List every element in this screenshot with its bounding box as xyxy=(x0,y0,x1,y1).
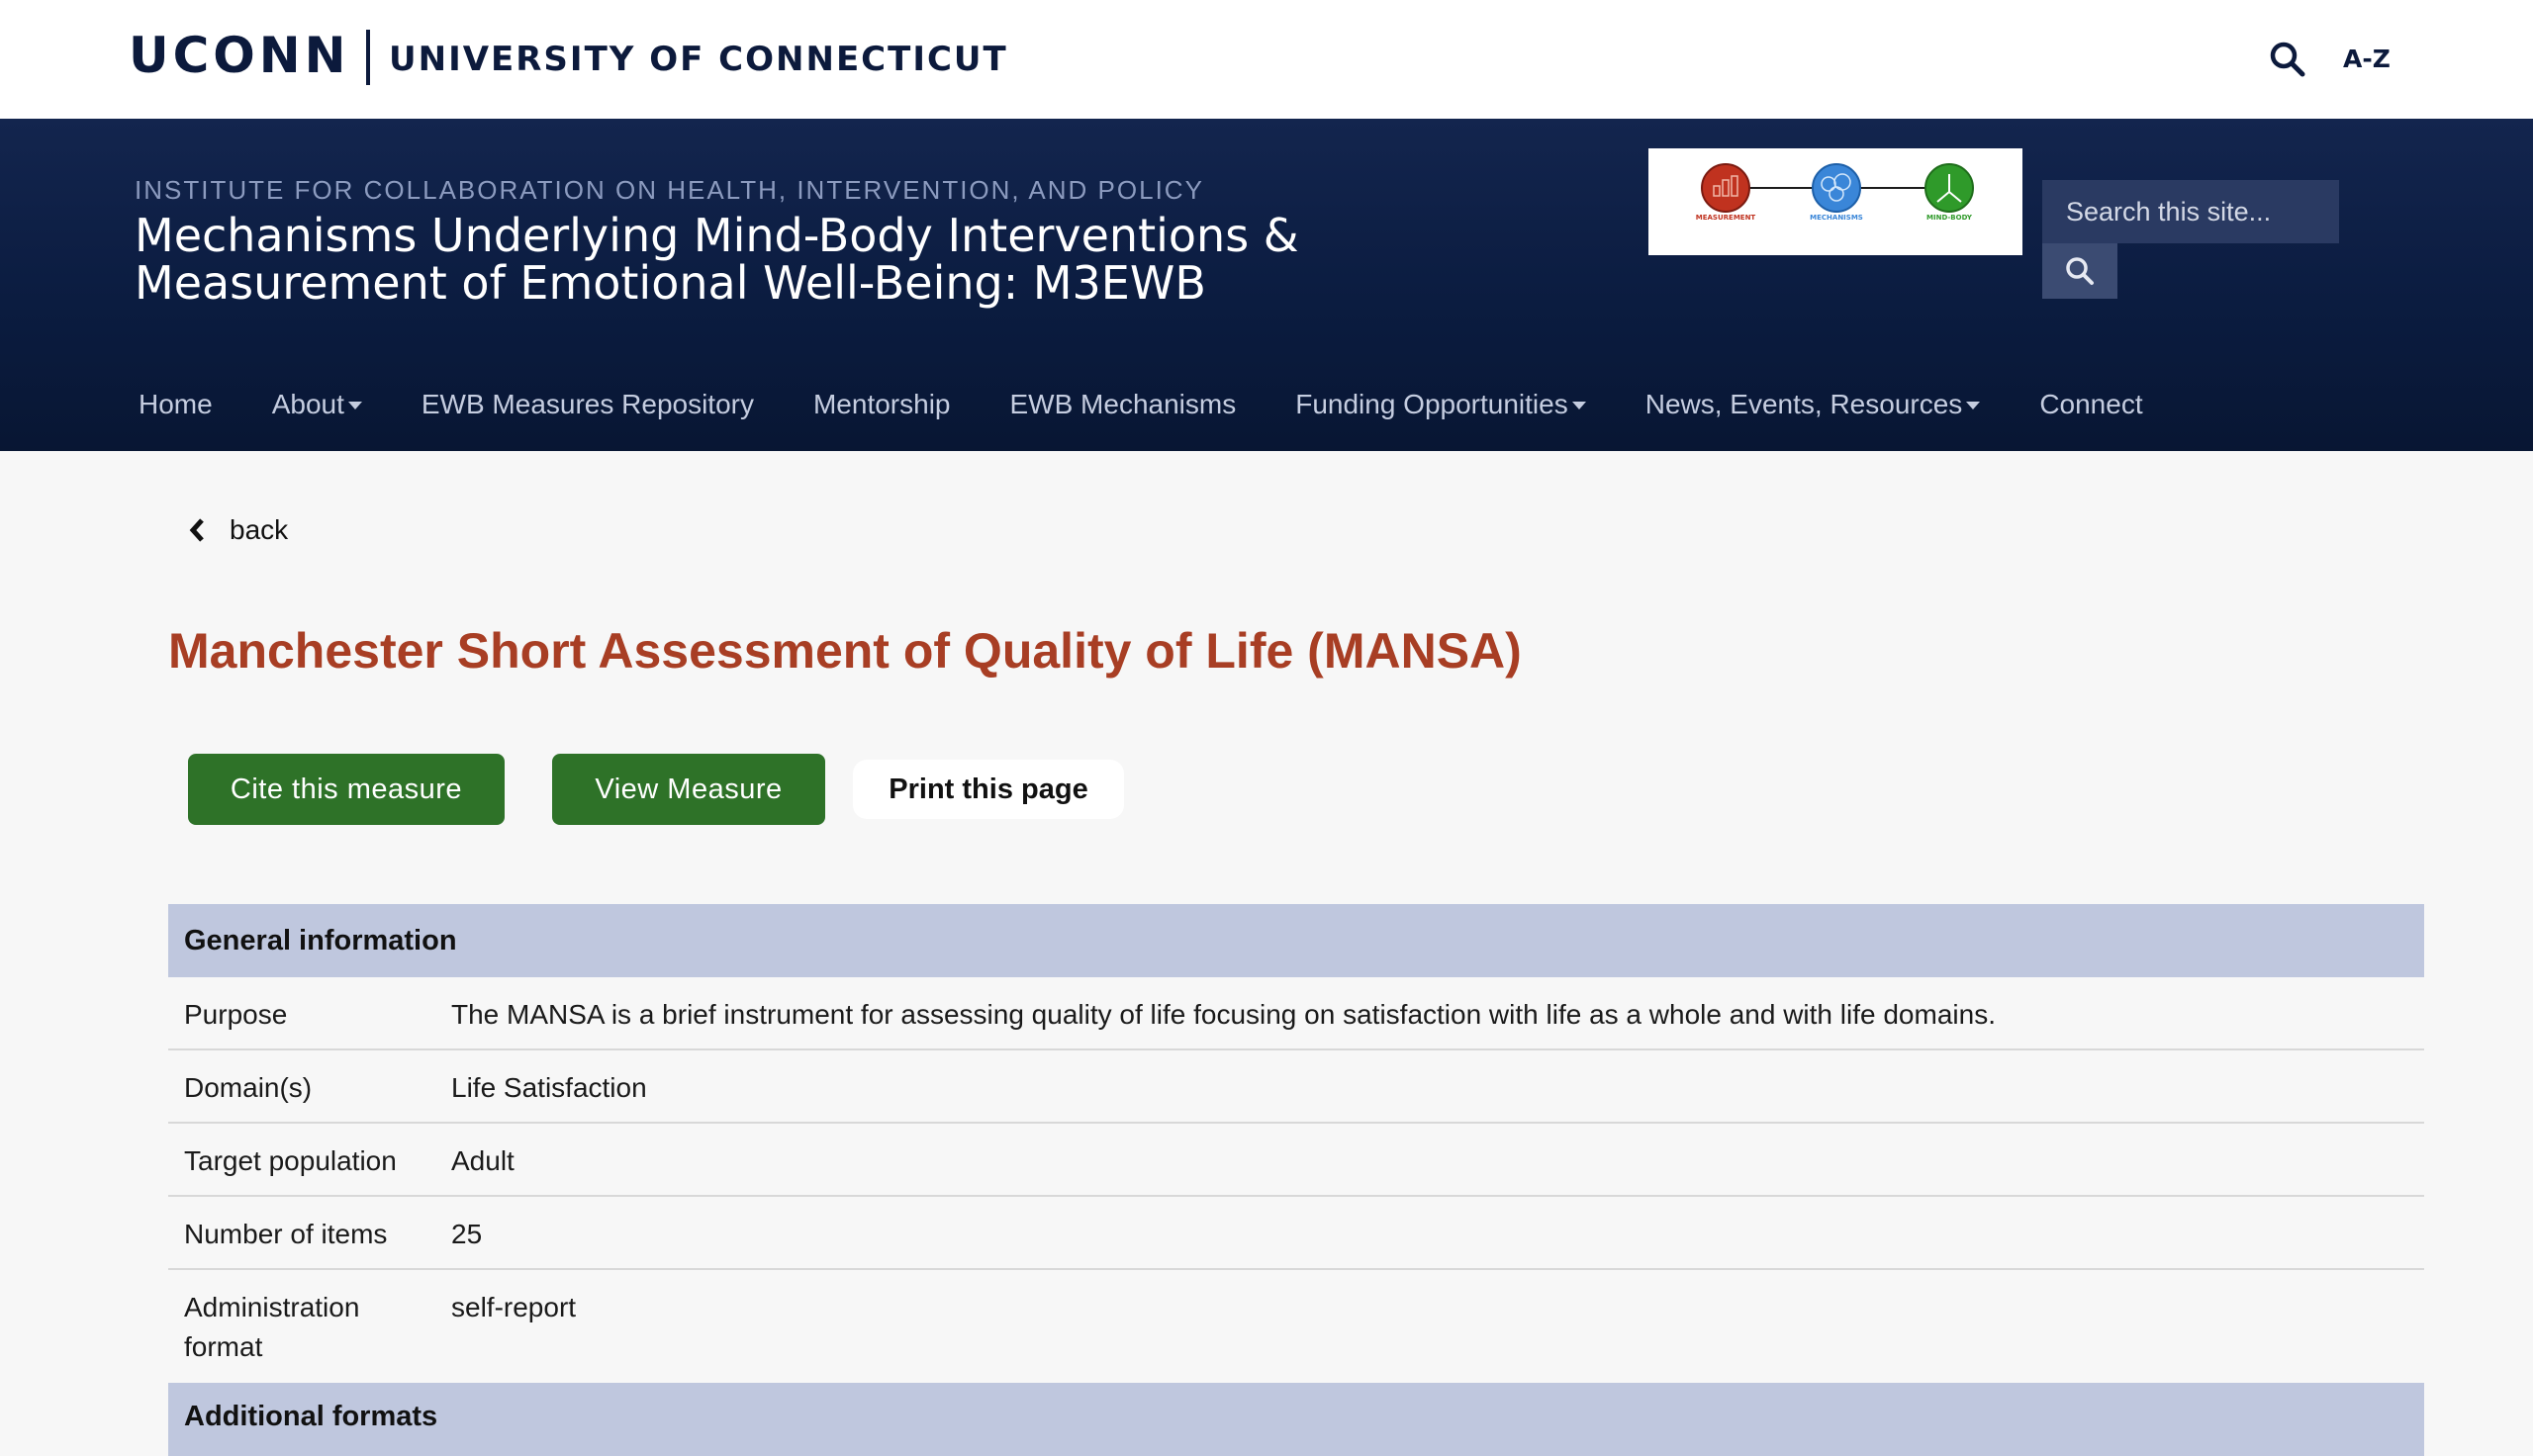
nav-item-label: Mentorship xyxy=(812,389,951,419)
m3ewb-logo: MEASUREMENT MECHANISMS MIND-BODY xyxy=(1648,148,2022,255)
nav-item-label: Connect xyxy=(2039,389,2143,419)
nav-item-mentorship[interactable]: Mentorship xyxy=(813,389,951,420)
svg-text:MEASUREMENT: MEASUREMENT xyxy=(1696,214,1756,222)
site-title-line-1: Mechanisms Underlying Mind-Body Interven… xyxy=(135,209,1299,262)
table-row: Target population Adult xyxy=(168,1124,2424,1197)
additional-formats-heading: Additional formats xyxy=(168,1383,2424,1456)
row-label-administration-format: Administration format xyxy=(184,1292,360,1362)
university-name[interactable]: UNIVERSITY OF CONNECTICUT xyxy=(389,38,1008,81)
search-icon[interactable] xyxy=(2268,40,2307,79)
row-value-purpose: The MANSA is a brief instrument for asse… xyxy=(451,999,1996,1030)
table-row: Purpose The MANSA is a brief instrument … xyxy=(168,977,2424,1050)
svg-text:MECHANISMS: MECHANISMS xyxy=(1810,214,1863,222)
row-value-administration-format: self-report xyxy=(451,1292,577,1322)
uconn-logo[interactable]: UCONN xyxy=(129,26,350,85)
site-title[interactable]: Mechanisms Underlying Mind-Body Interven… xyxy=(135,212,1322,307)
caret-down-icon xyxy=(347,402,362,410)
nav-item-home[interactable]: Home xyxy=(139,389,213,420)
logo-divider xyxy=(366,30,370,85)
row-value-target-population: Adult xyxy=(451,1145,515,1176)
row-label-target-population: Target population xyxy=(184,1145,397,1176)
cite-measure-button[interactable]: Cite this measure xyxy=(188,754,505,825)
back-link[interactable]: back xyxy=(188,510,288,550)
nav-item-ewb-mechanisms[interactable]: EWB Mechanisms xyxy=(1010,389,1237,420)
nav-item-about[interactable]: About xyxy=(272,389,362,420)
site-search-button[interactable] xyxy=(2042,243,2117,299)
nav-item-label: News, Events, Resources xyxy=(1644,389,1963,419)
row-label-number-of-items: Number of items xyxy=(184,1219,388,1249)
nav-item-news-events-resources[interactable]: News, Events, Resources xyxy=(1645,389,1981,420)
caret-down-icon xyxy=(1571,402,1586,410)
svg-text:MIND-BODY: MIND-BODY xyxy=(1926,214,1973,222)
nav-item-funding-opportunities[interactable]: Funding Opportunities xyxy=(1295,389,1586,420)
main-nav: Home About EWB Measures Repository Mentorsh… xyxy=(139,380,2203,429)
nav-item-label: About xyxy=(271,389,344,419)
nav-item-label: Funding Opportunities xyxy=(1295,389,1568,419)
university-bar: UCONN UNIVERSITY OF CONNECTICUT A-Z xyxy=(0,0,2533,119)
page-title: Manchester Short Assessment of Quality o… xyxy=(168,623,1522,679)
view-measure-button[interactable]: View Measure xyxy=(552,754,825,825)
back-link-label: back xyxy=(230,514,289,545)
general-info-table: General information Purpose The MANSA is… xyxy=(168,904,2424,1381)
nav-item-label: EWB Mechanisms xyxy=(1009,389,1237,419)
row-label-purpose: Purpose xyxy=(184,999,288,1030)
row-value-number-of-items: 25 xyxy=(451,1219,483,1249)
institute-name[interactable]: INSTITUTE FOR COLLABORATION ON HEALTH, I… xyxy=(135,174,1204,206)
caret-down-icon xyxy=(1966,402,1981,410)
a-z-index-link[interactable]: A-Z xyxy=(2343,44,2391,75)
table-row: Administration format self-report xyxy=(168,1270,2424,1381)
chevron-left-icon xyxy=(189,518,204,542)
nav-item-label: Home xyxy=(139,389,213,419)
nav-item-connect[interactable]: Connect xyxy=(2039,389,2142,420)
table-row: Domain(s) Life Satisfaction xyxy=(168,1050,2424,1124)
search-icon xyxy=(2066,257,2094,285)
table-row: Number of items 25 xyxy=(168,1197,2424,1270)
site-header: INSTITUTE FOR COLLABORATION ON HEALTH, I… xyxy=(0,119,2533,451)
row-label-domains: Domain(s) xyxy=(184,1072,313,1103)
nav-item-label: EWB Measures Repository xyxy=(421,389,754,419)
general-info-heading: General information xyxy=(168,904,2424,977)
site-title-line-2: Measurement of Emotional Well-Being: M3E… xyxy=(135,256,1206,310)
nav-item-ewb-measures-repository[interactable]: EWB Measures Repository xyxy=(422,389,754,420)
print-page-button[interactable]: Print this page xyxy=(853,760,1124,819)
site-search-input[interactable] xyxy=(2042,180,2339,243)
row-value-domains: Life Satisfaction xyxy=(451,1072,647,1103)
